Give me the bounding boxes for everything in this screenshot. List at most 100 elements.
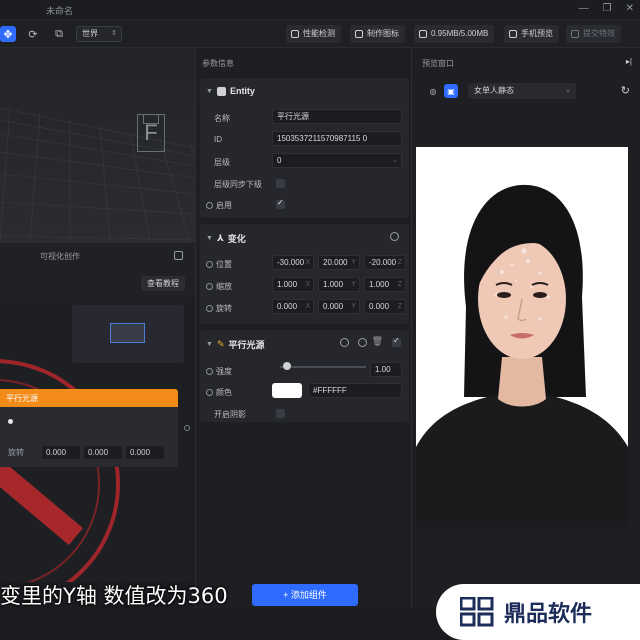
params-title: 参数信息 xyxy=(202,59,234,68)
id-row: ID xyxy=(214,135,222,144)
world-select[interactable]: 世界 ⇕ xyxy=(76,26,122,42)
id-field[interactable]: 1503537211570987115 0 xyxy=(272,131,402,146)
scale-x[interactable]: 1.000 X xyxy=(272,277,314,292)
transform-icon: ⅄ xyxy=(216,233,224,243)
minimap-viewport[interactable] xyxy=(110,323,145,343)
scale-tool-icon[interactable]: ⧉ xyxy=(51,26,67,42)
preview-title: 预览窗口 xyxy=(422,59,454,68)
entity-header[interactable]: ▼ Entity xyxy=(206,86,255,96)
transform-header-label: 变化 xyxy=(227,234,246,244)
toolbar: ✥ ⟳ ⧉ 世界 ⇕ 性能检测 制作图标 0.95MB/5.00MB 手机预览 … xyxy=(0,20,640,48)
link-icon xyxy=(206,261,213,268)
add-component-button[interactable]: + 添加组件 xyxy=(252,584,358,606)
position-x[interactable]: -30.000 X xyxy=(272,255,314,270)
rotate-x[interactable]: 0.000 X xyxy=(272,299,314,314)
size-usage-label: 0.95MB/5.00MB xyxy=(431,29,489,38)
enabled-label: 启用 xyxy=(216,201,232,210)
enabled-label-wrap: 启用 xyxy=(206,200,232,211)
position-label: 位置 xyxy=(216,260,232,269)
axis-z-label: Z xyxy=(397,303,402,310)
scale-label-wrap: 缩放 xyxy=(206,281,232,292)
light-icon: ✎ xyxy=(216,339,225,349)
collapse-icon[interactable]: ▸| xyxy=(626,57,632,66)
visual-create-panel: 可视化创作 查看教程 xyxy=(0,242,195,297)
settings-icon[interactable] xyxy=(358,338,367,347)
layer-value: 0 xyxy=(277,156,282,165)
color-label-wrap: 颜色 xyxy=(206,387,232,398)
submit-effect-button[interactable]: 提交特效 xyxy=(566,25,621,43)
close-icon[interactable]: ✕ xyxy=(626,3,634,14)
updown-icon: ⇕ xyxy=(111,30,117,37)
keyframe-icon[interactable] xyxy=(390,232,399,241)
perf-icon xyxy=(291,30,299,38)
position-y[interactable]: 20.000 Y xyxy=(318,255,360,270)
layer-select[interactable]: 0 ⌄ xyxy=(272,153,402,168)
preset-select[interactable]: 女单人静态 ⌄ xyxy=(468,83,576,99)
cube-icon xyxy=(216,86,226,96)
axis-z-label: Z xyxy=(397,259,402,266)
rotate-z[interactable]: 0.000 Z xyxy=(364,299,406,314)
caret-down-icon: ▼ xyxy=(206,341,213,348)
link-icon xyxy=(206,202,213,209)
perf-check-button[interactable]: 性能检测 xyxy=(286,25,341,43)
node-output-pin[interactable] xyxy=(184,425,190,431)
color-hex-field[interactable]: #FFFFFF xyxy=(308,383,402,398)
axis-x-label: X xyxy=(305,259,310,266)
model-portrait xyxy=(416,147,628,527)
node-rotate-y[interactable]: 0.000 xyxy=(84,446,122,459)
scale-label: 缩放 xyxy=(216,282,232,291)
intensity-slider-knob[interactable] xyxy=(282,362,291,370)
expand-icon[interactable] xyxy=(174,251,183,260)
name-field[interactable]: 平行光源 xyxy=(272,109,402,124)
rotate-z-value: 0.000 xyxy=(369,302,390,311)
light-enable-checkbox[interactable] xyxy=(392,336,401,347)
minimize-icon[interactable]: — xyxy=(579,3,589,14)
scene-viewport[interactable]: F xyxy=(0,48,195,242)
visual-create-label: 可视化创作 xyxy=(40,252,80,261)
camera-icon[interactable]: ◎ xyxy=(426,84,440,98)
intensity-slider-track[interactable] xyxy=(280,366,366,368)
color-swatch[interactable] xyxy=(272,383,302,398)
entity-header-label: Entity xyxy=(229,86,255,96)
size-usage-button[interactable]: 0.95MB/5.00MB xyxy=(414,25,495,43)
trash-icon[interactable]: 🗑 xyxy=(372,336,383,347)
rotate-label-wrap: 旋转 xyxy=(206,303,232,314)
scale-y[interactable]: 1.000 Y xyxy=(318,277,360,292)
move-tool-icon[interactable]: ✥ xyxy=(0,26,16,42)
grid-floor xyxy=(0,48,195,242)
transform-header[interactable]: ▼ ⅄ 变化 xyxy=(206,232,246,245)
make-icon-button[interactable]: 制作图标 xyxy=(350,25,405,43)
rotate-label: 旋转 xyxy=(216,304,232,313)
rotate-tool-icon[interactable]: ⟳ xyxy=(25,26,41,42)
node-port[interactable] xyxy=(8,419,13,424)
node-graph[interactable]: 平行光源 旋转 0.000 0.000 0.000 xyxy=(0,297,195,582)
shadow-row: 开启阴影 xyxy=(214,409,246,420)
node-rotate-x[interactable]: 0.000 xyxy=(42,446,80,459)
light-header[interactable]: ▼ ✎ 平行光源 xyxy=(206,338,265,351)
light-node[interactable]: 平行光源 旋转 0.000 0.000 0.000 xyxy=(0,389,178,467)
scale-z[interactable]: 1.000 Z xyxy=(364,277,406,292)
layer-sync-label: 层级同步下级 xyxy=(214,180,262,189)
shadow-checkbox[interactable] xyxy=(276,409,285,418)
name-label: 名称 xyxy=(214,114,230,123)
phone-preview-label: 手机预览 xyxy=(521,29,553,38)
orientation-gizmo[interactable]: F xyxy=(137,114,165,152)
intensity-field[interactable]: 1.00 xyxy=(370,362,402,377)
caret-down-icon: ▼ xyxy=(206,87,213,95)
video-icon[interactable]: ▣ xyxy=(444,84,458,98)
phone-icon xyxy=(509,30,517,38)
axis-y-label: Y xyxy=(351,281,356,288)
intensity-label: 强度 xyxy=(216,367,232,376)
position-z[interactable]: -20.000 Z xyxy=(364,255,406,270)
layer-sync-checkbox[interactable] xyxy=(276,179,285,188)
node-rotate-z[interactable]: 0.000 xyxy=(126,446,164,459)
rotate-y[interactable]: 0.000 Y xyxy=(318,299,360,314)
phone-preview-button[interactable]: 手机预览 xyxy=(504,25,559,43)
refresh-icon[interactable]: ↻ xyxy=(621,84,630,97)
light-section: ▼ ✎ 平行光源 🗑 强度 1.00 颜色 #FFFFFF 开启阴影 xyxy=(200,330,409,422)
tutorial-button[interactable]: 查看教程 xyxy=(141,276,185,291)
enabled-checkbox[interactable] xyxy=(276,198,285,209)
keyframe-icon[interactable] xyxy=(340,338,349,347)
restore-icon[interactable]: ❐ xyxy=(603,3,612,14)
node-rotate-row: 旋转 0.000 0.000 0.000 xyxy=(8,446,164,459)
